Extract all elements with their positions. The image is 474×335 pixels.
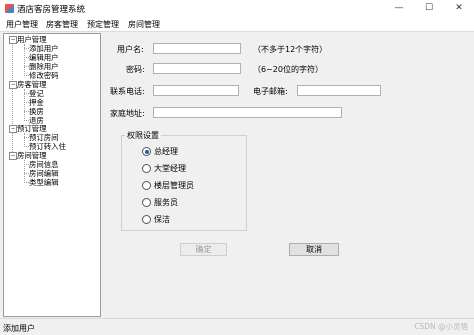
- role-label-floor-admin: 楼层管理员: [154, 181, 194, 190]
- tree-item-reservation-to-checkin[interactable]: 预订转入住: [29, 142, 66, 151]
- watermark: CSDN @小灵悟: [414, 322, 468, 331]
- tree-item-change-room[interactable]: 换房: [29, 107, 44, 116]
- status-bar: 添加用户: [0, 318, 474, 335]
- menu-user-management[interactable]: 用户管理: [6, 19, 38, 30]
- maximize-button[interactable]: ☐: [414, 0, 444, 17]
- role-radio-cleaner[interactable]: [142, 215, 151, 224]
- confirm-button[interactable]: 确定: [180, 243, 227, 256]
- role-radio-attendant[interactable]: [142, 198, 151, 207]
- tree-item-room-info[interactable]: 房间信息: [29, 160, 59, 169]
- role-radio-floor-admin[interactable]: [142, 181, 151, 190]
- menu-guest-management[interactable]: 房客管理: [46, 19, 78, 30]
- role-label-cleaner: 保洁: [154, 215, 170, 224]
- app-icon: [5, 4, 14, 13]
- password-hint: （6~20位的字符）: [253, 65, 323, 74]
- role-label-attendant: 服务员: [154, 198, 178, 207]
- tree-item-add-user[interactable]: 添加用户: [29, 44, 59, 53]
- tree-group-user-management[interactable]: 用户管理: [17, 35, 47, 44]
- tree-item-delete-user[interactable]: 删除用户: [29, 62, 59, 71]
- tree-group-room-management[interactable]: 房间管理: [17, 151, 47, 160]
- collapse-icon[interactable]: −: [9, 152, 17, 160]
- tree-item-deposit[interactable]: 押金: [29, 98, 44, 107]
- email-label: 电子邮箱:: [253, 87, 288, 96]
- tree-item-edit-user[interactable]: 编辑用户: [29, 53, 59, 62]
- role-radio-general-manager[interactable]: [142, 147, 151, 156]
- address-label: 家庭地址:: [110, 109, 145, 118]
- phone-label: 联系电话:: [110, 87, 145, 96]
- collapse-icon[interactable]: −: [9, 125, 17, 133]
- window-title: 酒店客房管理系统: [17, 5, 86, 15]
- tree-item-room-edit[interactable]: 房间编辑: [29, 169, 59, 178]
- cancel-button[interactable]: 取消: [289, 243, 339, 256]
- menu-bar: 用户管理 房客管理 预定管理 房间管理: [0, 17, 474, 32]
- role-label-lobby-manager: 大堂经理: [154, 164, 186, 173]
- tree-connector: [12, 42, 13, 156]
- username-label: 用户名:: [117, 45, 144, 54]
- role-radio-lobby-manager[interactable]: [142, 164, 151, 173]
- title-bar: 酒店客房管理系统 — ☐ ✕: [0, 0, 474, 17]
- tree-item-check-in[interactable]: 登记: [29, 89, 44, 98]
- phone-input[interactable]: [153, 85, 239, 96]
- username-hint: （不多于12个字符）: [253, 45, 328, 54]
- collapse-icon[interactable]: −: [9, 36, 17, 44]
- tree-item-change-password[interactable]: 修改密码: [29, 71, 59, 80]
- menu-room-management[interactable]: 房间管理: [128, 19, 160, 30]
- minimize-button[interactable]: —: [384, 0, 414, 17]
- tree-item-type-edit[interactable]: 类型编辑: [29, 178, 59, 187]
- close-button[interactable]: ✕: [444, 0, 474, 17]
- email-input[interactable]: [297, 85, 381, 96]
- tree-connector: [24, 133, 25, 147]
- menu-reservation-management[interactable]: 预定管理: [87, 19, 119, 30]
- collapse-icon[interactable]: −: [9, 81, 17, 89]
- address-input[interactable]: [153, 107, 342, 118]
- role-label-general-manager: 总经理: [154, 147, 178, 156]
- status-text: 添加用户: [3, 324, 35, 333]
- password-input[interactable]: [153, 63, 241, 74]
- tree-item-reserve-room[interactable]: 预订房间: [29, 133, 59, 142]
- tree-group-guest-management[interactable]: 房客管理: [17, 80, 47, 89]
- username-input[interactable]: [153, 43, 241, 54]
- tree-group-reservation-management[interactable]: 预订管理: [17, 124, 47, 133]
- permission-title: 权限设置: [125, 130, 161, 141]
- navigation-tree[interactable]: − 用户管理 添加用户 编辑用户 删除用户 修改密码 − 房客管理 登记 押金 …: [3, 33, 101, 317]
- password-label: 密码:: [126, 65, 145, 74]
